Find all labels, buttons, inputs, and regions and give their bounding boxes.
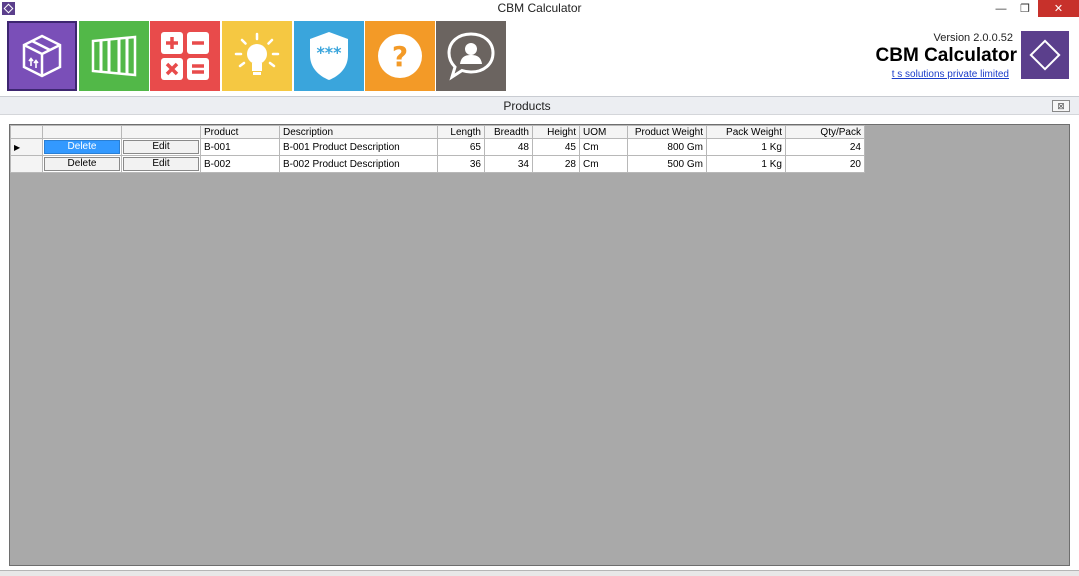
col-header-product[interactable]: Product bbox=[200, 125, 280, 139]
close-button[interactable]: ✕ bbox=[1038, 0, 1079, 17]
contact-tile[interactable] bbox=[436, 21, 506, 91]
cell-product[interactable]: B-001 bbox=[200, 138, 280, 156]
grid-header-row: Product Description Length Breadth Heigh… bbox=[10, 125, 865, 139]
delete-button[interactable]: Delete bbox=[44, 140, 120, 154]
brand-title: CBM Calculator bbox=[875, 45, 1017, 66]
svg-text:?: ? bbox=[392, 40, 408, 73]
table-row[interactable]: Delete Edit B-002 B-002 Product Descript… bbox=[10, 155, 865, 173]
container-icon bbox=[91, 35, 137, 77]
cell-product-weight[interactable]: 500 Gm bbox=[627, 155, 707, 173]
calculator-tile[interactable] bbox=[150, 21, 220, 91]
col-header-pack-weight[interactable]: Pack Weight bbox=[706, 125, 786, 139]
cell-qty-pack[interactable]: 20 bbox=[785, 155, 865, 173]
col-header-edit[interactable] bbox=[121, 125, 201, 139]
col-header-product-weight[interactable]: Product Weight bbox=[627, 125, 707, 139]
tile-toolbar: *** ? Version 2.0.0.52 CBM Calculator t … bbox=[0, 17, 1079, 95]
col-header-breadth[interactable]: Breadth bbox=[484, 125, 533, 139]
col-header-uom[interactable]: UOM bbox=[579, 125, 628, 139]
col-header-description[interactable]: Description bbox=[279, 125, 438, 139]
col-header-delete[interactable] bbox=[42, 125, 122, 139]
cell-length[interactable]: 36 bbox=[437, 155, 485, 173]
panel-title: Products bbox=[503, 99, 551, 113]
edit-button[interactable]: Edit bbox=[123, 157, 199, 171]
cell-height[interactable]: 45 bbox=[532, 138, 580, 156]
cell-height[interactable]: 28 bbox=[532, 155, 580, 173]
shield-password-icon: *** bbox=[310, 32, 348, 80]
col-header-length[interactable]: Length bbox=[437, 125, 485, 139]
col-header-qty-pack[interactable]: Qty/Pack bbox=[785, 125, 865, 139]
row-selector[interactable] bbox=[10, 155, 43, 173]
lightbulb-icon bbox=[234, 32, 280, 75]
cell-uom[interactable]: Cm bbox=[579, 155, 628, 173]
security-tile[interactable]: *** bbox=[294, 21, 364, 91]
products-grid-area: Product Description Length Breadth Heigh… bbox=[9, 124, 1070, 566]
company-link[interactable]: t s solutions private limited bbox=[892, 69, 1009, 80]
version-label: Version 2.0.0.52 bbox=[933, 32, 1013, 44]
edit-button[interactable]: Edit bbox=[123, 140, 199, 154]
restore-button[interactable]: ❐ bbox=[1014, 0, 1036, 17]
help-icon: ? bbox=[378, 34, 422, 78]
cell-description[interactable]: B-002 Product Description bbox=[279, 155, 438, 173]
cell-length[interactable]: 65 bbox=[437, 138, 485, 156]
window-title: CBM Calculator bbox=[497, 1, 582, 15]
title-bar: CBM Calculator — ❐ ✕ bbox=[0, 0, 1079, 17]
cell-breadth[interactable]: 34 bbox=[484, 155, 533, 173]
logo-icon bbox=[1021, 31, 1069, 79]
row-selector[interactable]: ▶ bbox=[10, 138, 43, 156]
calculator-icon bbox=[161, 32, 209, 80]
status-strip bbox=[0, 570, 1079, 576]
panel-close-icon[interactable]: ⊠ bbox=[1052, 100, 1070, 112]
table-row[interactable]: ▶ Delete Edit B-001 B-001 Product Descri… bbox=[10, 138, 865, 156]
box-icon bbox=[22, 34, 62, 78]
col-header-selector[interactable] bbox=[10, 125, 43, 139]
cell-pack-weight[interactable]: 1 Kg bbox=[706, 138, 786, 156]
cell-qty-pack[interactable]: 24 bbox=[785, 138, 865, 156]
col-header-height[interactable]: Height bbox=[532, 125, 580, 139]
cell-pack-weight[interactable]: 1 Kg bbox=[706, 155, 786, 173]
cell-breadth[interactable]: 48 bbox=[484, 138, 533, 156]
products-tile[interactable] bbox=[7, 21, 77, 91]
minimize-button[interactable]: — bbox=[990, 0, 1012, 17]
panel-header: Products ⊠ bbox=[0, 96, 1079, 115]
contact-icon bbox=[447, 32, 495, 81]
svg-text:***: *** bbox=[316, 43, 342, 62]
idea-tile[interactable] bbox=[222, 21, 292, 91]
cell-uom[interactable]: Cm bbox=[579, 138, 628, 156]
cell-product-weight[interactable]: 800 Gm bbox=[627, 138, 707, 156]
products-grid: Product Description Length Breadth Heigh… bbox=[10, 125, 865, 173]
container-tile[interactable] bbox=[79, 21, 149, 91]
delete-button[interactable]: Delete bbox=[44, 157, 120, 171]
cell-description[interactable]: B-001 Product Description bbox=[279, 138, 438, 156]
cell-product[interactable]: B-002 bbox=[200, 155, 280, 173]
help-tile[interactable]: ? bbox=[365, 21, 435, 91]
